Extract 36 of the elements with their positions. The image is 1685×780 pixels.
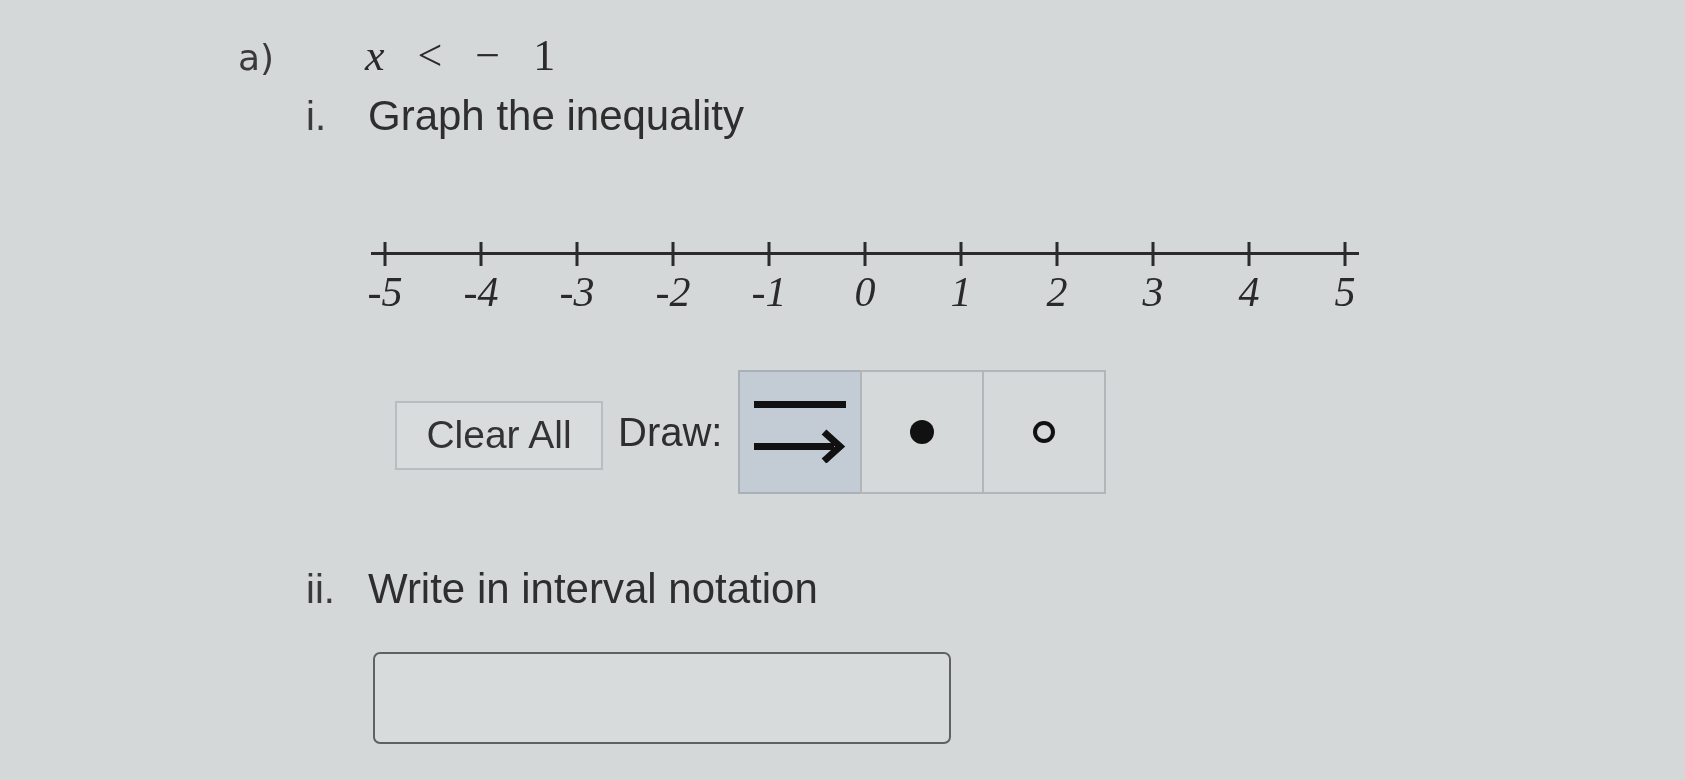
tick-mark	[383, 242, 387, 266]
tick-mark	[767, 242, 771, 266]
tick-mark	[575, 242, 579, 266]
tool-button[interactable]	[738, 370, 862, 494]
filled-dot-icon	[910, 420, 934, 444]
tick-label: 4	[1238, 271, 1260, 313]
part-prompt: Graph the inequality	[368, 92, 744, 140]
line-arrow-icon	[754, 401, 846, 463]
tick-label: 5	[1334, 271, 1356, 313]
tick-label: -5	[367, 271, 403, 313]
draw-label: Draw:	[618, 409, 724, 455]
tick-mark	[1055, 242, 1059, 266]
tick-mark	[863, 242, 867, 266]
tick-mark	[1151, 242, 1155, 266]
tick-mark	[671, 242, 675, 266]
tick-mark	[479, 242, 483, 266]
tool-button[interactable]	[860, 370, 984, 494]
answer-field[interactable]	[373, 652, 951, 744]
tick-label: -3	[559, 271, 595, 313]
tick-label: -1	[751, 271, 787, 313]
tick-label: 2	[1046, 271, 1068, 313]
tick-label: 1	[950, 271, 972, 313]
tick-mark	[959, 242, 963, 266]
tick-label: 0	[854, 271, 876, 313]
question-label: a)	[238, 37, 276, 78]
inequality-expression: x < − 1	[365, 30, 556, 81]
open-circle-icon	[1033, 421, 1055, 443]
tick-label: 3	[1142, 271, 1164, 313]
part-label: i.	[306, 94, 327, 139]
tick-mark	[1343, 242, 1347, 266]
tick-label: -2	[655, 271, 691, 313]
clear-all-button[interactable]: Clear All	[395, 400, 603, 470]
tick-mark	[1247, 242, 1251, 266]
tick-label: -4	[463, 271, 499, 313]
part-prompt: Write in interval notation	[368, 565, 818, 613]
part-label: ii.	[306, 567, 336, 612]
